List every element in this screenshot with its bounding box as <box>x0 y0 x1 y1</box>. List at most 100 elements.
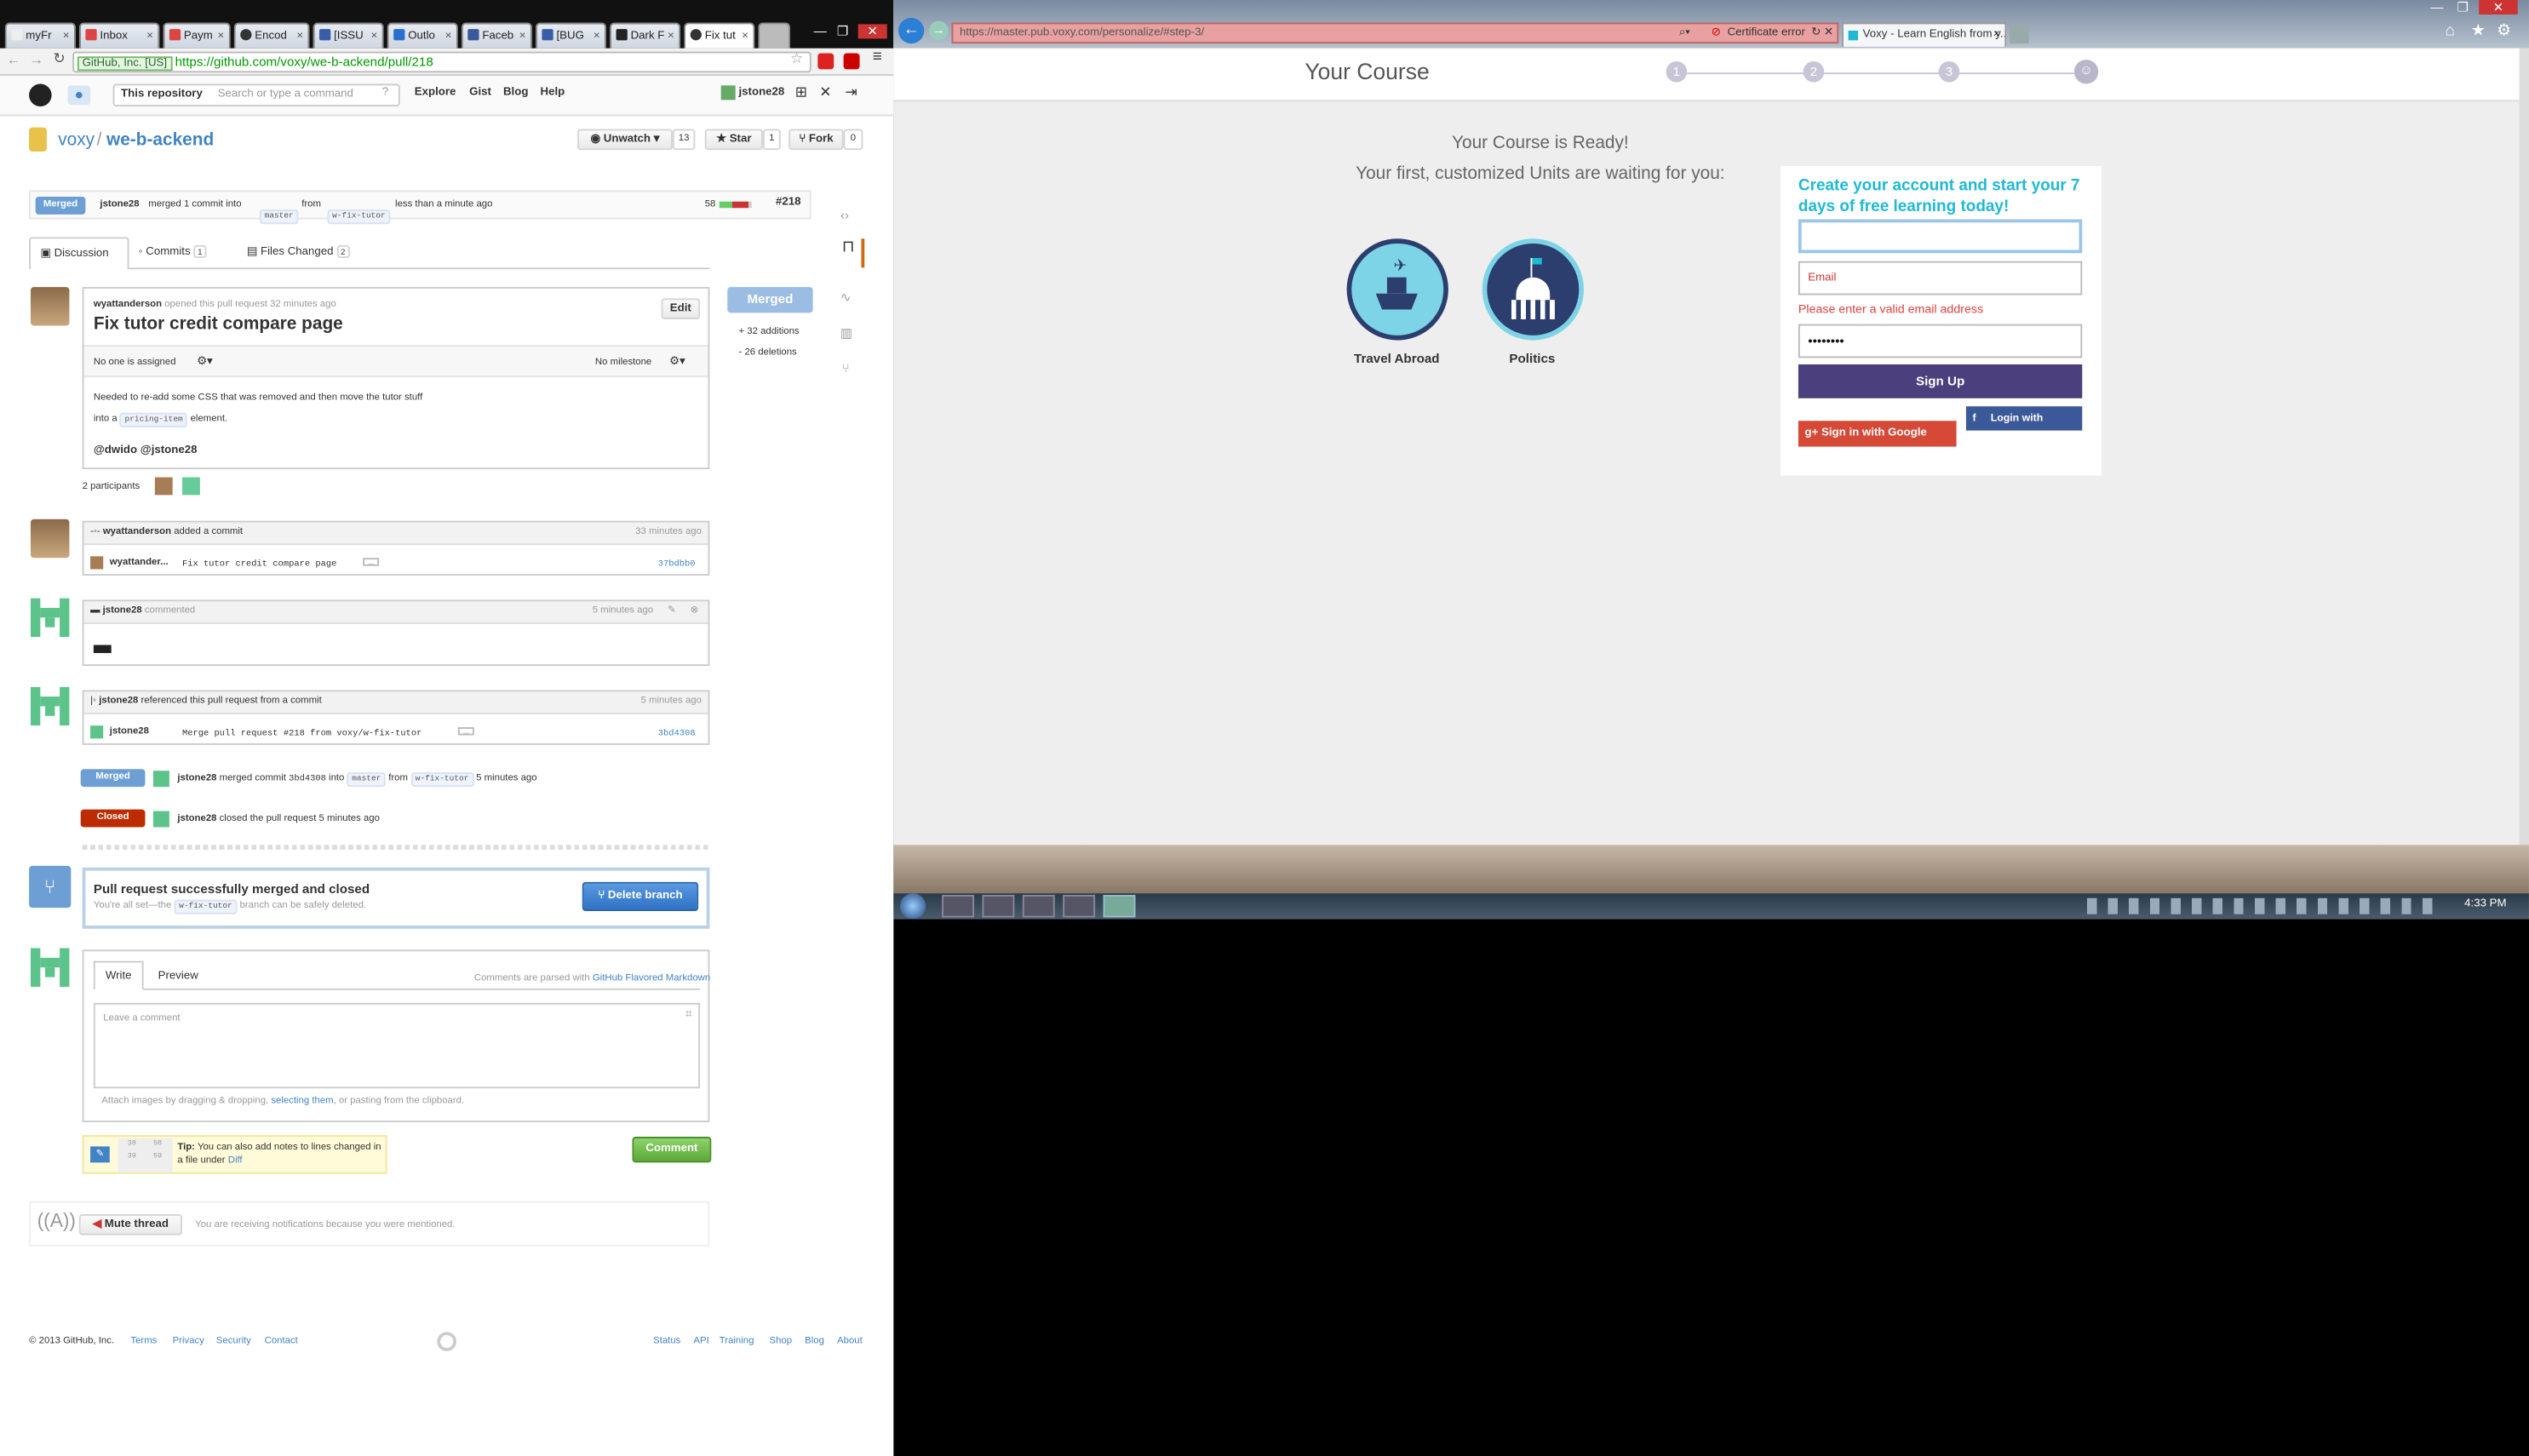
star-count[interactable]: 1 <box>762 129 781 151</box>
commit-user[interactable]: wyattanderson <box>103 527 171 536</box>
diff-link[interactable]: Diff <box>228 1156 243 1166</box>
restore-icon[interactable]: ❐ <box>2452 0 2475 14</box>
refresh-icon[interactable]: ↻ ✕ <box>1811 24 1833 42</box>
commit-message[interactable]: Fix tutor credit compare page <box>182 556 336 572</box>
close-icon[interactable]: × <box>742 24 748 48</box>
close-icon[interactable]: × <box>146 24 153 48</box>
favorites-icon[interactable]: ★ <box>2471 23 2486 41</box>
tab-issue[interactable]: [ISSU × <box>313 22 384 49</box>
app-taskbar-icon[interactable] <box>982 895 1015 918</box>
footer-security[interactable]: Security <box>216 1333 251 1350</box>
back-icon[interactable]: ← <box>7 52 21 68</box>
footer-contact[interactable]: Contact <box>265 1333 298 1350</box>
assignee-gear-icon[interactable]: ⚙▾ <box>197 355 213 371</box>
close-icon[interactable]: × <box>445 24 452 48</box>
fullscreen-icon[interactable]: ⌗ <box>685 1008 691 1024</box>
comment-user[interactable]: jstone28 <box>103 606 142 616</box>
tab-commits[interactable]: ◦ Commits 1 <box>139 244 207 261</box>
close-icon[interactable]: × <box>519 24 526 48</box>
participant-avatar[interactable] <box>182 477 200 496</box>
tab-bug[interactable]: [BUG × <box>535 22 607 49</box>
comment-submit-button[interactable]: Comment <box>632 1137 712 1163</box>
commit-author[interactable]: wyattander... <box>110 554 169 570</box>
footer-training[interactable]: Training <box>720 1333 754 1350</box>
close-icon[interactable]: × <box>370 24 377 48</box>
pull-requests-icon[interactable]: ⊓ <box>835 238 865 268</box>
unwatch-button[interactable]: ◉ Unwatch ▾ <box>577 129 673 151</box>
edit-comment-icon[interactable]: ✎ <box>668 601 676 622</box>
search-input[interactable]: Search or type a command <box>218 89 353 100</box>
email-input[interactable]: Email <box>1798 261 2083 295</box>
footer-about[interactable]: About <box>837 1333 863 1350</box>
home-icon[interactable]: ⌂ <box>2445 23 2454 41</box>
tab-fix-tutor[interactable]: Fix tut × <box>684 22 755 49</box>
write-tab[interactable]: Write <box>93 960 144 990</box>
politics-icon[interactable] <box>1482 238 1585 341</box>
search-icon[interactable]: ⌕▾ <box>1679 24 1690 42</box>
jstone28-avatar[interactable] <box>30 686 70 726</box>
merger-username[interactable]: jstone28 <box>100 197 139 213</box>
close-icon[interactable]: × <box>63 24 70 48</box>
forward-icon[interactable]: → <box>29 52 43 68</box>
minimize-icon[interactable]: — <box>810 24 831 38</box>
signup-button[interactable]: Sign Up <box>1798 364 2083 398</box>
app-taskbar-icon[interactable] <box>1063 895 1096 918</box>
close-icon[interactable]: × <box>1993 24 2000 47</box>
delete-comment-icon[interactable]: ⊗ <box>691 601 699 622</box>
pr-mentions[interactable]: @dwido @jstone28 <box>94 444 198 460</box>
tools-icon[interactable]: ⚙ <box>2497 23 2511 41</box>
new-tab-button[interactable] <box>758 22 791 49</box>
nav-help[interactable]: Help <box>541 87 565 98</box>
graphs-icon[interactable]: ▥ <box>840 326 852 341</box>
preview-tab[interactable]: Preview <box>158 969 198 985</box>
password-input[interactable]: •••••••• <box>1798 324 2083 358</box>
close-icon[interactable]: × <box>218 24 225 48</box>
github-footer-icon[interactable] <box>437 1332 457 1351</box>
nav-explore[interactable]: Explore <box>415 87 456 98</box>
expand-icon[interactable]: … <box>363 558 380 566</box>
scrollbar[interactable] <box>2519 48 2529 846</box>
edit-button[interactable]: Edit <box>661 298 701 319</box>
address-bar[interactable]: GitHub, Inc. [US] https://github.com/voxy… <box>72 51 811 73</box>
bookmark-star-icon[interactable]: ☆ <box>790 50 803 68</box>
extension-icon[interactable] <box>817 53 834 70</box>
mute-thread-button[interactable]: ◀ Mute thread <box>78 1213 183 1235</box>
attach-link[interactable]: selecting them <box>271 1097 333 1106</box>
travel-abroad-icon[interactable]: ✈ <box>1346 238 1448 341</box>
milestone-gear-icon[interactable]: ⚙▾ <box>669 355 685 371</box>
tab-facebook[interactable]: Faceb × <box>461 22 533 49</box>
repo-owner-link[interactable]: voxy <box>58 130 95 150</box>
cert-error-icon[interactable]: ⊘ <box>1712 24 1721 42</box>
code-icon[interactable]: ‹› <box>840 208 849 222</box>
close-window-icon[interactable]: ✕ <box>2479 0 2518 15</box>
nav-blog[interactable]: Blog <box>503 87 528 98</box>
restore-icon[interactable]: ❐ <box>832 24 853 38</box>
ref-sha[interactable]: 3bd4308 <box>658 725 696 742</box>
ref-user[interactable]: jstone28 <box>99 696 138 706</box>
system-tray-icons[interactable] <box>2086 897 2442 914</box>
fork-button[interactable]: ⑂ Fork <box>789 129 844 151</box>
footer-privacy[interactable]: Privacy <box>173 1333 204 1350</box>
pulse-icon[interactable]: ∿ <box>840 290 852 305</box>
settings-icon[interactable]: ✕ <box>819 83 831 101</box>
start-button-icon[interactable] <box>899 893 926 920</box>
merged-sha[interactable]: 3bd4308 <box>289 772 326 783</box>
network-icon[interactable]: ⑂ <box>842 361 850 375</box>
footer-status[interactable]: Status <box>653 1333 680 1350</box>
footer-api[interactable]: API <box>693 1333 708 1350</box>
commit-sha[interactable]: 37bdbb0 <box>658 556 696 572</box>
delete-branch-button[interactable]: ⑂ Delete branch <box>582 881 699 911</box>
merged-user[interactable]: jstone28 <box>177 774 216 783</box>
menu-icon[interactable]: ≡ <box>873 49 882 66</box>
facebook-login-button[interactable]: f Login with <box>1965 406 2083 431</box>
tab-encode[interactable]: Encod × <box>233 22 310 49</box>
footer-blog[interactable]: Blog <box>805 1333 824 1350</box>
tab-voxy[interactable]: Voxy - Learn English from y... × <box>1842 22 2007 47</box>
footer-shop[interactable]: Shop <box>769 1333 792 1350</box>
new-tab-button[interactable] <box>2010 26 2029 44</box>
tab-inbox[interactable]: Inbox × <box>78 22 160 49</box>
tab-discussion[interactable]: ▣ Discussion <box>29 237 129 270</box>
notification-icon[interactable] <box>67 85 91 106</box>
wyattanderson-avatar[interactable] <box>30 519 70 559</box>
google-signin-button[interactable]: g+ Sign in with Google <box>1798 421 1957 447</box>
